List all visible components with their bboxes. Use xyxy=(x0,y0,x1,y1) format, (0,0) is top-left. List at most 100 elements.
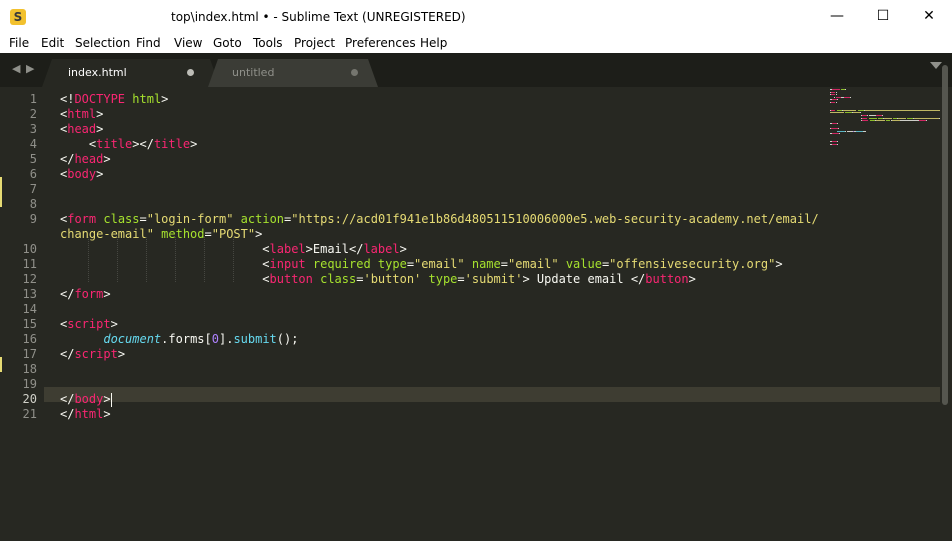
line-number: 9 xyxy=(29,212,37,226)
code-token-punct: ></ xyxy=(132,137,154,151)
title-bar: S top\index.html • - Sublime Text (UNREG… xyxy=(0,0,952,33)
menu-help[interactable]: Help xyxy=(420,36,447,50)
minimap-stroke xyxy=(838,133,840,135)
tab-list-dropdown-icon[interactable] xyxy=(930,62,942,69)
menu-project[interactable]: Project xyxy=(294,36,335,50)
menu-selection[interactable]: Selection xyxy=(75,36,130,50)
minimap-stroke xyxy=(861,117,868,119)
line-number: 14 xyxy=(22,302,37,316)
tab-index-html[interactable]: index.html xyxy=(42,59,220,87)
code-token-punct: = xyxy=(139,212,147,226)
code-line[interactable]: </html> xyxy=(60,407,111,422)
minimap-stroke xyxy=(836,130,846,132)
code-token-punct: </ xyxy=(60,347,75,361)
code-line[interactable]: </form> xyxy=(60,287,111,302)
code-token-tag: script xyxy=(67,317,111,331)
code-token-str: 'button' xyxy=(363,272,422,286)
scrollbar-thumb[interactable] xyxy=(942,65,948,405)
modified-dot-icon[interactable] xyxy=(187,69,194,76)
code-token-punct: [ xyxy=(204,332,212,346)
tab-untitled[interactable]: untitled xyxy=(208,59,378,87)
code-token-tag: body xyxy=(74,392,104,406)
menu-view[interactable]: View xyxy=(174,36,202,50)
code-token-punct: > xyxy=(96,122,104,136)
maximize-button[interactable]: ☐ xyxy=(860,0,906,33)
code-token-punct: </ xyxy=(60,407,75,421)
code-token-attr: type xyxy=(428,272,458,286)
back-arrow-icon[interactable]: ◀ xyxy=(12,62,20,75)
code-line[interactable]: <form class="login-form" action="https:/… xyxy=(60,212,819,227)
code-line[interactable]: <button class='button' type='submit'> Up… xyxy=(60,272,696,287)
code-token-tag: script xyxy=(74,347,118,361)
code-line[interactable]: </body> xyxy=(60,392,112,407)
code-token-tag: label xyxy=(269,242,306,256)
code-editor[interactable]: 1 2 3 4 5 6 7 8 9 10 11 12 13 14 15 16 17 18 19 20 21 <!DOCT… xyxy=(0,65,952,541)
code-token-punct: </ xyxy=(60,152,75,166)
code-token-tag: label xyxy=(363,242,400,256)
code-token-str: "POST" xyxy=(211,227,256,241)
code-line[interactable]: <script> xyxy=(60,317,118,332)
line-number: 10 xyxy=(22,242,37,256)
code-token-attr: required xyxy=(312,257,371,271)
code-token-punct: </ xyxy=(60,392,75,406)
code-line[interactable]: <title></title> xyxy=(60,137,197,152)
minimap[interactable] xyxy=(830,87,946,147)
code-token-punct: (); xyxy=(276,332,299,346)
code-line[interactable]: <html> xyxy=(60,107,103,122)
line-number: 15 xyxy=(22,317,37,331)
code-line[interactable]: </script> xyxy=(60,347,125,362)
code-line[interactable]: <input required type="email" name="email… xyxy=(60,257,782,272)
minimap-stroke xyxy=(856,130,863,132)
menu-tools[interactable]: Tools xyxy=(253,36,283,50)
minimize-button[interactable]: — xyxy=(814,0,860,33)
minimap-stroke xyxy=(863,130,867,132)
menu-file[interactable]: File xyxy=(9,36,29,50)
code-line[interactable]: <label>Email</label> xyxy=(60,242,407,257)
code-line[interactable]: change-email" method="POST"> xyxy=(60,227,262,242)
code-token-attr: name xyxy=(471,257,501,271)
tab-label: untitled xyxy=(232,66,275,79)
minimap-stroke xyxy=(845,89,847,90)
code-token-fn: submit xyxy=(233,332,277,346)
code-token-punct: < xyxy=(60,257,270,271)
code-token-punct: </ xyxy=(630,272,646,286)
menu-edit[interactable]: Edit xyxy=(41,36,64,50)
code-token-tag: head xyxy=(67,122,97,136)
code-line[interactable]: document.forms[0].submit(); xyxy=(60,332,298,347)
code-line[interactable]: </head> xyxy=(60,152,111,167)
code-token-attr: class xyxy=(320,272,357,286)
minimap-stroke xyxy=(837,128,839,129)
line-number: 7 xyxy=(29,182,37,196)
code-token-punct xyxy=(371,257,378,271)
menu-find[interactable]: Find xyxy=(136,36,161,50)
code-token-punct: < xyxy=(60,272,270,286)
code-token-attr: class xyxy=(103,212,140,226)
code-line[interactable]: <head> xyxy=(60,122,103,137)
forward-arrow-icon[interactable]: ▶ xyxy=(26,62,34,75)
line-number: 4 xyxy=(29,137,37,151)
minimap-stroke xyxy=(925,120,927,122)
code-line[interactable]: <!DOCTYPE html> xyxy=(60,92,168,107)
minimap-stroke xyxy=(835,102,837,103)
minimap-stroke xyxy=(883,117,892,119)
code-token-punct: > xyxy=(522,272,537,286)
menu-preferences[interactable]: Preferences xyxy=(345,36,416,50)
line-number: 21 xyxy=(22,407,37,421)
modified-dot-icon[interactable] xyxy=(351,69,358,76)
minimap-stroke xyxy=(857,109,865,111)
code-token-str: "https://acd01f941e1b86d480511510006000e… xyxy=(291,212,819,226)
close-button[interactable]: ✕ xyxy=(906,0,952,33)
line-number: 17 xyxy=(22,347,37,361)
code-line[interactable]: <body> xyxy=(60,167,103,182)
code-token-str: "email" xyxy=(508,257,559,271)
code-token-str: "offensivesecurity.org" xyxy=(609,257,776,271)
code-token-tag: title xyxy=(153,137,191,151)
code-token-tag: button xyxy=(645,272,689,286)
code-token-tag: title xyxy=(96,137,133,151)
code-token-punct: = xyxy=(500,257,508,271)
code-token-punct xyxy=(233,212,240,226)
menu-goto[interactable]: Goto xyxy=(213,36,242,50)
tab-label: index.html xyxy=(68,66,127,79)
code-token-punct xyxy=(306,257,313,271)
code-token-punct: > xyxy=(103,152,111,166)
